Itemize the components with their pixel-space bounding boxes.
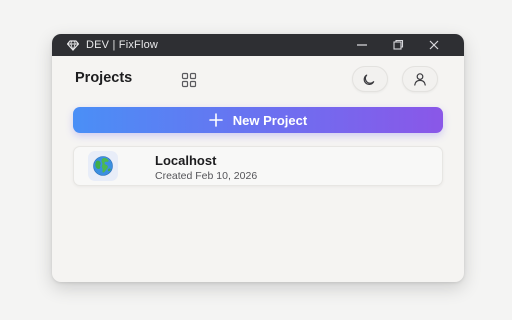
user-icon xyxy=(414,73,426,86)
user-profile-button[interactable] xyxy=(402,66,438,92)
moon-icon xyxy=(363,74,375,85)
project-name: Localhost xyxy=(155,153,217,168)
project-card-localhost[interactable]: Localhost Created Feb 10, 2026 xyxy=(73,146,443,186)
grid-view-button[interactable] xyxy=(179,70,199,90)
page-title: Projects xyxy=(75,70,133,86)
diamond-icon xyxy=(67,39,79,51)
maximize-icon xyxy=(393,39,404,50)
window-controls xyxy=(344,34,452,56)
minimize-icon xyxy=(357,44,367,46)
title-bar[interactable]: DEV | FixFlow xyxy=(52,34,464,56)
app-window: DEV | FixFlow Projects New Project Local… xyxy=(52,34,464,282)
window-title: DEV | FixFlow xyxy=(86,39,159,51)
close-button[interactable] xyxy=(416,34,452,56)
theme-toggle-button[interactable] xyxy=(352,66,388,92)
new-project-label: New Project xyxy=(232,112,308,128)
plus-icon xyxy=(208,113,223,127)
maximize-button[interactable] xyxy=(380,34,416,56)
globe-icon xyxy=(93,156,113,176)
page-header: Projects xyxy=(52,56,464,104)
close-icon xyxy=(429,40,439,50)
project-icon xyxy=(88,151,118,181)
grid-icon xyxy=(181,72,197,88)
project-created-date: Created Feb 10, 2026 xyxy=(155,170,258,182)
minimize-button[interactable] xyxy=(344,34,380,56)
new-project-button[interactable]: New Project xyxy=(73,107,443,133)
